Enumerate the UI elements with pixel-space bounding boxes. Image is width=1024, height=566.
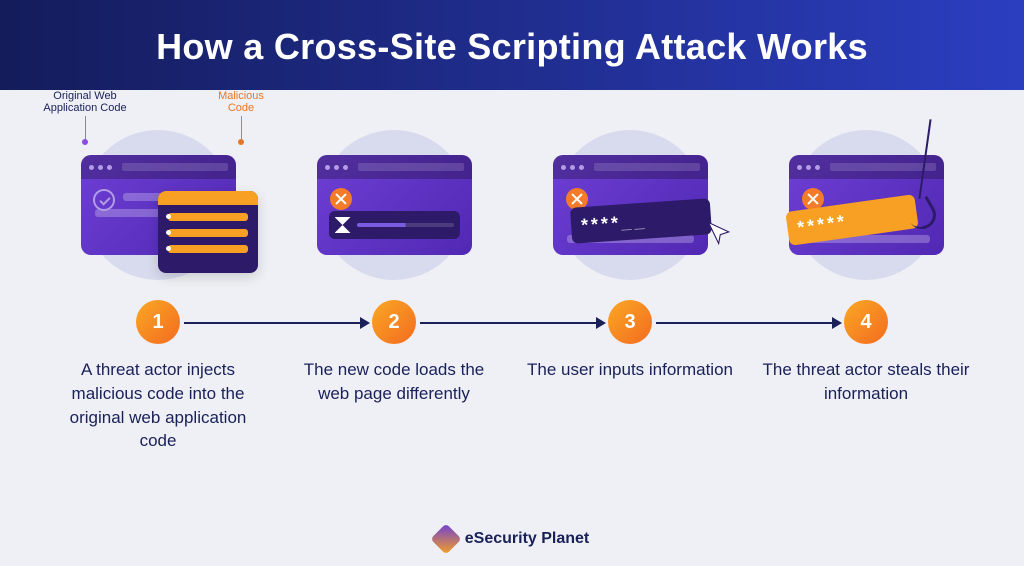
password-mask: **** — [796, 212, 839, 238]
illustration-row: Original Web Application Code Malicious … — [40, 120, 984, 290]
label-malicious-text: Malicious Code — [218, 90, 264, 114]
error-icon — [330, 188, 352, 210]
step-2 — [276, 120, 512, 290]
malicious-code-window — [158, 191, 258, 273]
step-description: The threat actor steals their informatio… — [748, 358, 984, 453]
step-number-row: 1 2 3 4 — [40, 300, 984, 344]
footer-brand: eSecurity Planet — [0, 528, 1024, 550]
step-1: Original Web Application Code Malicious … — [40, 120, 276, 290]
step-3: ****__ — [512, 120, 748, 290]
loading-bar — [329, 211, 460, 239]
password-mask: **** — [580, 212, 621, 236]
step-badge-1: 1 — [136, 300, 180, 344]
hourglass-icon — [335, 217, 351, 233]
step-badge-3: 3 — [608, 300, 652, 344]
step-badge-4: 4 — [844, 300, 888, 344]
browser-window — [317, 155, 472, 255]
description-row: A threat actor injects malicious code in… — [40, 358, 984, 453]
progress-indicator — [357, 223, 454, 227]
diagram-body: Original Web Application Code Malicious … — [0, 90, 1024, 473]
step-description: A threat actor injects malicious code in… — [40, 358, 276, 453]
step-4: ***** — [748, 120, 984, 290]
brand-logo-icon — [430, 523, 461, 554]
step-badge-2: 2 — [372, 300, 416, 344]
fishing-hook-icon — [884, 119, 944, 239]
step-description: The new code loads the web page differen… — [276, 358, 512, 453]
check-icon — [93, 189, 115, 211]
cursor-icon — [705, 219, 733, 247]
brand-name: eSecurity Planet — [465, 530, 590, 548]
title-text: How a Cross-Site Scripting Attack Works — [156, 26, 868, 67]
label-original-text: Original Web Application Code — [43, 90, 126, 114]
page-title: How a Cross-Site Scripting Attack Works — [0, 0, 1024, 90]
step-description: The user inputs information — [512, 358, 748, 453]
